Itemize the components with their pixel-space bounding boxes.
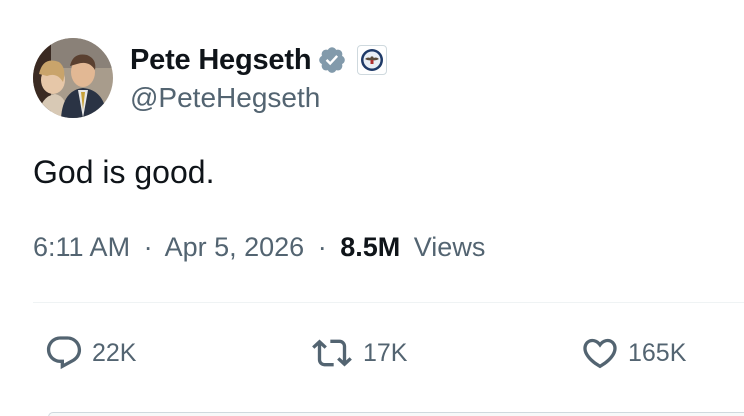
- department-seal-icon[interactable]: [357, 45, 388, 75]
- avatar[interactable]: [33, 38, 113, 118]
- reply-composer-edge: [48, 412, 744, 416]
- views-count: 8.5M: [340, 232, 401, 262]
- heart-icon: [580, 333, 620, 373]
- retweet-icon: [309, 333, 355, 373]
- tweet-card: Pete Hegseth @PeteHegseth God is good. 6…: [0, 0, 744, 416]
- like-count: 165K: [628, 338, 687, 367]
- meta-separator: ·: [143, 232, 153, 262]
- reply-button[interactable]: 22K: [44, 333, 136, 373]
- retweet-count: 17K: [363, 338, 408, 367]
- meta-separator: ·: [317, 232, 327, 262]
- reply-count: 22K: [92, 338, 137, 367]
- author-display-name[interactable]: Pete Hegseth: [130, 44, 312, 77]
- tweet-time[interactable]: 6:11 AM: [33, 232, 130, 262]
- retweet-button[interactable]: 17K: [309, 333, 407, 373]
- divider: [33, 302, 744, 303]
- reply-icon: [44, 333, 84, 373]
- verified-badge-icon[interactable]: [317, 45, 347, 75]
- views-label: Views: [413, 232, 486, 262]
- tweet-date[interactable]: Apr 5, 2026: [165, 232, 305, 262]
- tweet-meta: 6:11 AM · Apr 5, 2026 · 8.5M Views: [33, 232, 485, 263]
- like-button[interactable]: 165K: [580, 333, 686, 373]
- tweet-text: God is good.: [33, 154, 215, 190]
- author-handle[interactable]: @PeteHegseth: [130, 82, 320, 114]
- author-name-row: Pete Hegseth: [130, 42, 388, 78]
